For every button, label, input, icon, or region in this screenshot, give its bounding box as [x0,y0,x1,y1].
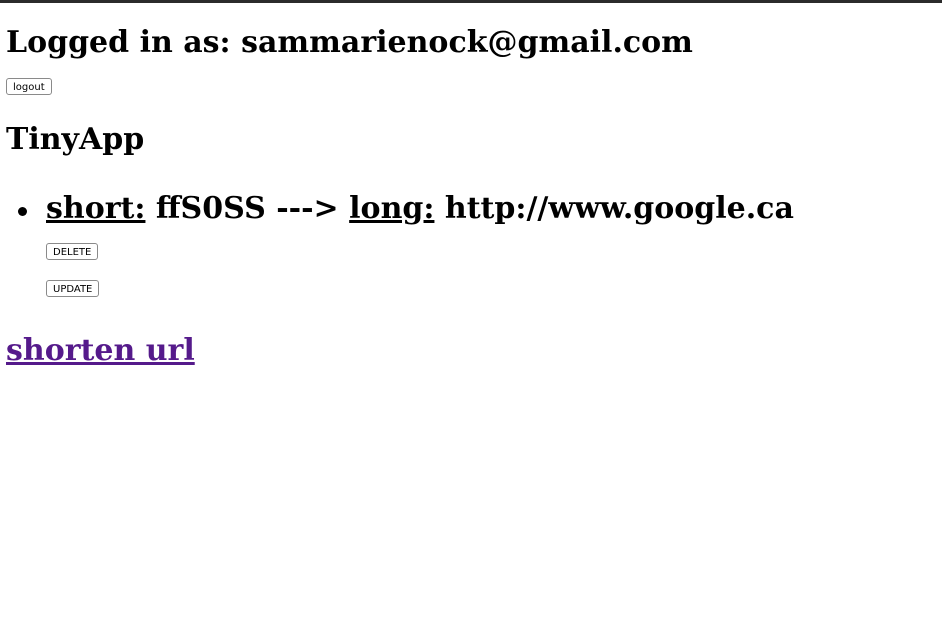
short-label: short: [46,191,146,226]
long-url: http://www.google.ca [444,191,794,226]
list-bullet-icon [18,207,27,216]
logout-button[interactable]: logout [6,78,52,95]
short-id: ffS0SS [155,191,266,226]
app-title: TinyApp [6,122,145,157]
arrow-text: ---> [276,191,339,226]
user-email: sammarienock@gmail.com [241,25,693,60]
login-prefix: Logged in as: [6,25,231,60]
url-list-item: short: ffS0SS ---> long: http://www.goog… [46,189,794,229]
logged-in-heading: Logged in as: sammarienock@gmail.com [6,23,693,63]
long-label: long: [349,191,435,226]
shorten-url-link[interactable]: shorten url [6,331,195,371]
delete-button[interactable]: DELETE [46,243,99,260]
update-button[interactable]: UPDATE [46,280,100,297]
